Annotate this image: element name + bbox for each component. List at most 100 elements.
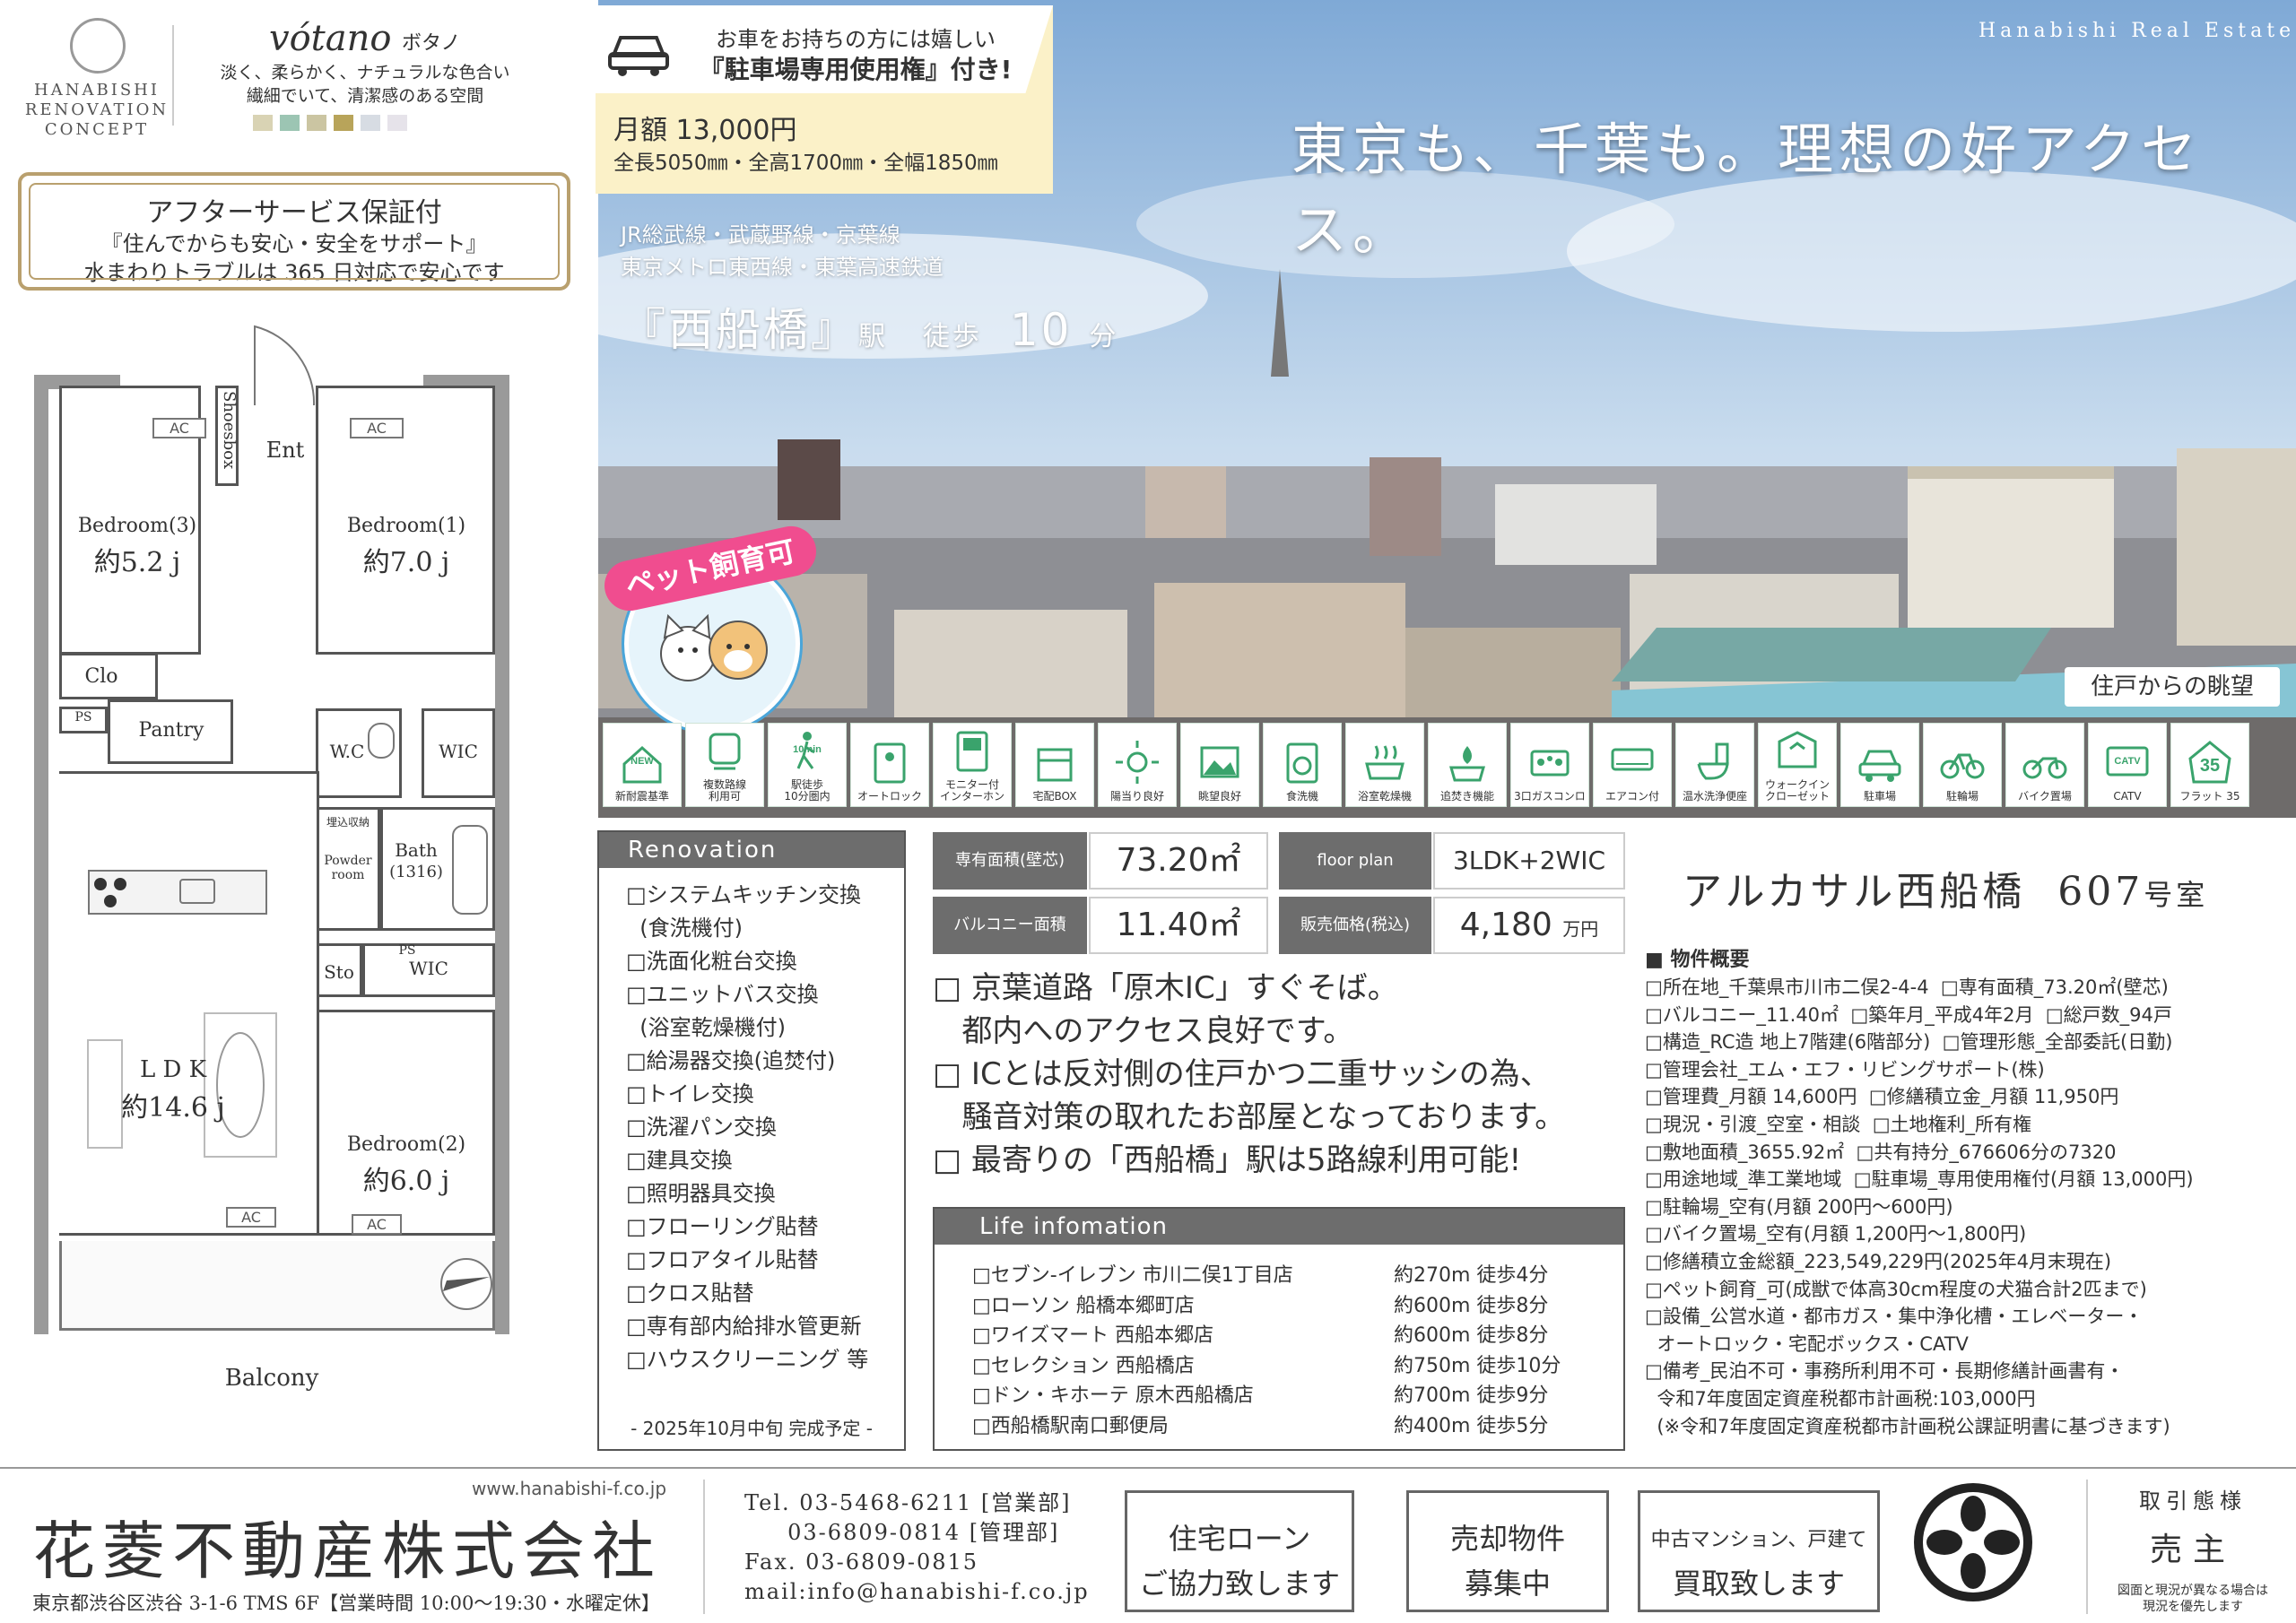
room-suffix: 号室 bbox=[2144, 878, 2209, 912]
overview-line: □管理会社_エム・エフ・リビングサポート(株) bbox=[1645, 1058, 2045, 1081]
feature-label: 浴室乾燥機 bbox=[1357, 790, 1412, 803]
feature-label: 複数路線 利用可 bbox=[702, 778, 746, 803]
price-value: 4,180 万円 bbox=[1433, 897, 1625, 954]
loan-box: 住宅ローン ご協力致します bbox=[1125, 1490, 1354, 1612]
entrance-label: Ent bbox=[265, 438, 305, 463]
life-distance: 約270m 徒歩4分 bbox=[1394, 1264, 1549, 1287]
overview-line: □用途地域_準工業地域 □駐車場_専用使用権付(月額 13,000円) bbox=[1645, 1168, 2194, 1191]
color-swatch bbox=[334, 115, 353, 131]
renovation-item: □照明器具交換 bbox=[626, 1181, 776, 1206]
renovation-list: □システムキッチン交換 (食洗機付) □洗面化粧台交換 □ユニットバス交換 (浴室乾… bbox=[599, 868, 904, 1376]
color-swatch bbox=[361, 115, 380, 131]
company-name: 花菱不動産株式会社 bbox=[32, 1515, 662, 1588]
balcony-area bbox=[59, 1241, 495, 1331]
life-row: □ワイズマート 西船本郷店 約600m 徒歩8分 bbox=[972, 1319, 1548, 1348]
overview-line: 令和7年度固定資産税都市計画税:103,000円 bbox=[1645, 1387, 2036, 1410]
ac-label: AC bbox=[352, 1214, 402, 1235]
feature-icons-row: NEW 新耐震基準 複数路線 利用可 10min 駅徒歩 10分圏内 オートロック モニター… bbox=[603, 723, 2296, 807]
entrance-door-icon bbox=[254, 325, 316, 406]
renovation-item: □フロアタイル貼替 bbox=[626, 1247, 819, 1272]
station-info: JR総武線・武蔵野線・京葉線 東京メトロ東西線・東葉高速鉄道 『西船橋』駅 徒歩… bbox=[621, 219, 1118, 359]
life-information: Life infomation □セブン-イレブン 市川二俣1丁目店 約270m … bbox=[933, 1207, 1625, 1451]
feature-label: 追焚き機能 bbox=[1439, 790, 1494, 803]
flat35-icon: 35 bbox=[2188, 741, 2231, 784]
parking-price: 月額 13,000円 bbox=[613, 115, 797, 146]
feature-label: フラット 35 bbox=[2179, 790, 2240, 803]
life-place: □ワイズマート 西船本郷店 bbox=[972, 1324, 1214, 1347]
feature-tag: 35 bbox=[2200, 756, 2220, 776]
gas-burner-icon bbox=[94, 878, 126, 907]
car-icon bbox=[608, 36, 669, 76]
feature-car: 駐車場 bbox=[1840, 723, 1919, 807]
life-row: □セレクション 西船橋店 約750m 徒歩10分 bbox=[972, 1350, 1561, 1378]
bedroom3-size: 約5.2 j bbox=[93, 547, 181, 578]
renovation-item: □ユニットバス交換 bbox=[626, 982, 819, 1007]
feature-reheat: 追焚き機能 bbox=[1428, 723, 1507, 807]
concept-tagline: 淡く、柔らかく、ナチュラルな色合い 繊細でいて、清潔感のある空間 bbox=[220, 63, 510, 106]
wall bbox=[495, 375, 509, 1334]
after-service-title: アフターサービス保証付 bbox=[146, 197, 442, 229]
property-name: アルカサル西船橋 bbox=[1683, 869, 2026, 915]
ldk-size: 約14.6 j bbox=[121, 1092, 225, 1124]
overview-line: □敷地面積_3655.92㎡ □共有持分_676606分の7320 bbox=[1645, 1141, 2117, 1163]
selling-point: □ 最寄りの「西船橋」駅は5路線利用可能! bbox=[933, 1142, 1522, 1178]
footer-divider bbox=[703, 1480, 705, 1614]
intercom-icon bbox=[956, 731, 988, 772]
photo-brand: Hanabishi Real Estate bbox=[1979, 20, 2296, 42]
overview-line: □現況・引渡_空室・相談 □土地権利_所有権 bbox=[1645, 1113, 2032, 1135]
catv-icon: CATV bbox=[2106, 746, 2149, 777]
closet-icon bbox=[1778, 731, 1817, 768]
wall bbox=[34, 375, 48, 1334]
balcony-area-label: バルコニー面積 bbox=[933, 897, 1087, 954]
bedroom2-size: 約6.0 j bbox=[362, 1166, 450, 1197]
closet-label: Clo bbox=[84, 665, 118, 688]
bath-dryer-icon bbox=[1365, 745, 1405, 780]
plan-value: 3LDK+2WIC bbox=[1433, 832, 1625, 890]
feature-delivery-box: 宅配BOX bbox=[1015, 723, 1094, 807]
station-lines-1: JR総武線・武蔵野線・京葉線 bbox=[621, 222, 900, 247]
concept-brand: HANABISHI RENOVATION CONCEPT bbox=[24, 81, 170, 139]
feature-bath-dryer: 浴室乾燥機 bbox=[1345, 723, 1424, 807]
feature-aircon: エアコン付 bbox=[1593, 723, 1672, 807]
selling-point: □ ICとは反対側の住戸かつ二重サッシの為、 bbox=[933, 1056, 1551, 1092]
feature-label: エアコン付 bbox=[1605, 790, 1659, 803]
overview-line: □所在地_千葉県市川市二俣2-4-4 □専有面積_73.20㎡(壁芯) bbox=[1645, 976, 2169, 998]
color-swatch bbox=[307, 115, 326, 131]
selling-point: 都内へのアクセス良好です。 bbox=[933, 1013, 1354, 1049]
company-contacts: Tel. 03-5468-6211 [営業部] 03-6809-0814 [管理… bbox=[744, 1490, 1090, 1604]
purchase-box: 中古マンション、戸建て 買取致します bbox=[1638, 1490, 1880, 1612]
powder-room-label: Powder room bbox=[324, 854, 372, 882]
after-service-panel: アフターサービス保証付 『住んでからも安心・安全をサポート』 水まわりトラブルは… bbox=[18, 172, 570, 291]
bedroom1-size: 約7.0 j bbox=[362, 547, 450, 578]
feature-label: オートロック bbox=[857, 790, 922, 803]
bathtub-icon bbox=[452, 825, 488, 915]
feature-autolock: オートロック bbox=[850, 723, 929, 807]
company-url[interactable]: www.hanabishi-f.co.jp bbox=[472, 1478, 666, 1499]
dishwasher-icon bbox=[1286, 742, 1318, 784]
compass-icon bbox=[440, 1258, 492, 1310]
overview-line: □設備_公営水道・都市ガス・集中浄化槽・エレベーター・ bbox=[1645, 1306, 2144, 1328]
selling-points: □ 京葉道路「原木IC」すぐそば。 都内へのアクセス良好です。 □ ICとは反対側… bbox=[933, 967, 1625, 1182]
feature-label: 陽当り良好 bbox=[1109, 790, 1164, 803]
bedroom3-label: Bedroom(3) bbox=[77, 515, 197, 537]
role-note: 図面と現況が異なる場合は 現況を優先します bbox=[2118, 1584, 2268, 1614]
feature-label: 眺望良好 bbox=[1197, 790, 1241, 803]
selling-point: 騒音対策の取れたお部屋となっております。 bbox=[933, 1099, 1566, 1135]
overview-line: オートロック・宅配ボックス・CATV bbox=[1645, 1332, 1969, 1355]
life-row: □ドン・キホーテ 原木西船橋店 約700m 徒歩9分 bbox=[972, 1379, 1548, 1408]
renovation-header: Renovation bbox=[599, 832, 904, 868]
feature-label: バイク置場 bbox=[2018, 790, 2072, 803]
area-label: 専有面積(壁芯) bbox=[933, 832, 1087, 890]
station-minutes: 10 bbox=[1009, 304, 1073, 356]
renovation-item: □ハウスクリーニング 等 bbox=[626, 1347, 869, 1372]
overview-line: □ペット飼育_可(成獣で体高30cm程度の犬猫合計2匹まで) bbox=[1645, 1278, 2147, 1300]
life-place: □セブン-イレブン 市川二俣1丁目店 bbox=[972, 1264, 1293, 1287]
car-icon bbox=[1858, 750, 1901, 782]
feature-label: 宅配BOX bbox=[1032, 790, 1077, 803]
color-swatch bbox=[387, 115, 407, 131]
parking-line1: お車をお持ちの方には嬉しい bbox=[716, 27, 996, 52]
feature-label: CATV bbox=[2113, 790, 2142, 803]
spec-table: 専有面積(壁芯) 73.20㎡ floor plan 3LDK+2WIC バルコ… bbox=[933, 832, 1625, 954]
renovation-item: (食洗機付) bbox=[626, 916, 743, 941]
feature-label: 駅徒歩 10分圏内 bbox=[784, 778, 831, 803]
